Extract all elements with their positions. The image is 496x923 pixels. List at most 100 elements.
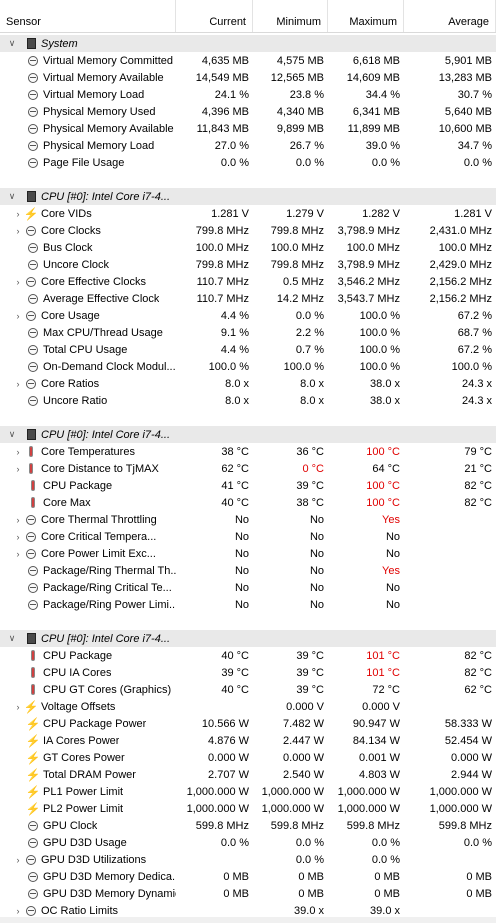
average-column-header[interactable]: Average: [404, 0, 496, 32]
sensor-row[interactable]: Page File Usage 0.0 % 0.0 % 0.0 % 0.0 %: [0, 154, 496, 171]
sensor-row[interactable]: Bus Clock 100.0 MHz 100.0 MHz 100.0 MHz 100.…: [0, 239, 496, 256]
sensor-name-cell: ⚡ CPU Package Power: [0, 717, 176, 731]
sensor-row[interactable]: Physical Memory Load 27.0 % 26.7 % 39.0 % 34…: [0, 137, 496, 154]
chevron-down-icon[interactable]: ∨: [6, 38, 18, 49]
sensor-row[interactable]: GPU D3D Memory Dynamic 0 MB 0 MB 0 MB 0 MB: [0, 885, 496, 902]
gauge-icon: [26, 581, 40, 595]
average-value: 0 MB: [466, 870, 492, 883]
sensor-group-row[interactable]: ∨ System: [0, 35, 496, 52]
chevron-right-icon[interactable]: ›: [12, 549, 24, 559]
sensor-row[interactable]: GPU D3D Memory Dedica... 0 MB 0 MB 0 MB 0 MB: [0, 868, 496, 885]
sensor-row[interactable]: Total CPU Usage 4.4 % 0.7 % 100.0 % 67.2 %: [0, 341, 496, 358]
maximum-value: 34.4 %: [365, 88, 400, 101]
chevron-right-icon[interactable]: ›: [12, 311, 24, 321]
gauge-icon: [24, 377, 38, 391]
horizontal-scrollbar[interactable]: [0, 917, 496, 923]
average-value: 2.944 W: [451, 768, 492, 781]
thermometer-icon: [26, 666, 40, 680]
sensor-label: Core Power Limit Exc...: [41, 547, 156, 560]
minimum-column-header[interactable]: Minimum: [253, 0, 328, 32]
sensor-label: Package/Ring Critical Te...: [43, 581, 172, 594]
sensor-row[interactable]: Uncore Clock 799.8 MHz 799.8 MHz 3,798.9 MH…: [0, 256, 496, 273]
chevron-right-icon[interactable]: ›: [12, 906, 24, 916]
chevron-right-icon[interactable]: ›: [12, 447, 24, 457]
sensor-row[interactable]: Average Effective Clock 110.7 MHz 14.2 MHz…: [0, 290, 496, 307]
maximum-column-header[interactable]: Maximum: [328, 0, 404, 32]
current-column-header[interactable]: Current: [176, 0, 253, 32]
spacer-row: [0, 409, 496, 426]
minimum-value: 2.2 %: [295, 326, 324, 339]
chevron-right-icon[interactable]: ›: [12, 379, 24, 389]
sensor-row[interactable]: ⚡ Total DRAM Power 2.707 W 2.540 W 4.803 W 2.…: [0, 766, 496, 783]
sensor-row[interactable]: Physical Memory Available 11,843 MB 9,899 …: [0, 120, 496, 137]
maximum-value: 39.0 %: [365, 139, 400, 152]
sensor-row[interactable]: ⚡ PL1 Power Limit 1,000.000 W 1,000.000 W 1,…: [0, 783, 496, 800]
sensor-row[interactable]: › Core Ratios 8.0 x 8.0 x 38.0 x 24.3 x: [0, 375, 496, 392]
sensor-label: GPU Clock: [43, 819, 98, 832]
sensor-row[interactable]: CPU GT Cores (Graphics) 40 °C 39 °C 72 °C 62…: [0, 681, 496, 698]
sensor-row[interactable]: Package/Ring Power Limi... No No No: [0, 596, 496, 613]
chevron-right-icon[interactable]: ›: [12, 702, 24, 712]
sensor-row[interactable]: CPU Package 41 °C 39 °C 100 °C 82 °C: [0, 477, 496, 494]
sensor-group-row[interactable]: ∨ CPU [#0]: Intel Core i7-4...: [0, 630, 496, 647]
current-value: No: [234, 513, 249, 526]
maximum-value: 3,543.7 MHz: [337, 292, 400, 305]
sensor-row[interactable]: GPU Clock 599.8 MHz 599.8 MHz 599.8 MHz 599.…: [0, 817, 496, 834]
chevron-right-icon[interactable]: ›: [12, 277, 24, 287]
sensor-row[interactable]: Package/Ring Thermal Th... No No Yes: [0, 562, 496, 579]
sensor-group-row[interactable]: ∨ CPU [#0]: Intel Core i7-4...: [0, 188, 496, 205]
sensor-name-cell: › GPU D3D Utilizations: [0, 853, 176, 867]
sensor-row[interactable]: ⚡ GT Cores Power 0.000 W 0.000 W 0.001 W 0.00…: [0, 749, 496, 766]
gauge-icon: [26, 105, 40, 119]
sensor-row[interactable]: › Core Distance to TjMAX 62 °C 0 °C 64 °C 21 …: [0, 460, 496, 477]
maximum-value: 101 °C: [366, 666, 400, 679]
sensor-row[interactable]: › GPU D3D Utilizations 0.0 % 0.0 %: [0, 851, 496, 868]
sensor-row[interactable]: Core Max 40 °C 38 °C 100 °C 82 °C: [0, 494, 496, 511]
chevron-down-icon[interactable]: ∨: [6, 429, 18, 440]
maximum-value: 90.947 W: [352, 717, 400, 730]
chevron-right-icon[interactable]: ›: [12, 532, 24, 542]
sensor-row[interactable]: ⚡ CPU Package Power 10.566 W 7.482 W 90.947 …: [0, 715, 496, 732]
average-value: 82 °C: [464, 479, 492, 492]
sensor-row[interactable]: Virtual Memory Load 24.1 % 23.8 % 34.4 % 30.…: [0, 86, 496, 103]
sensor-row[interactable]: CPU Package 40 °C 39 °C 101 °C 82 °C: [0, 647, 496, 664]
chevron-down-icon[interactable]: ∨: [6, 191, 18, 202]
maximum-value: 100.0 %: [359, 343, 400, 356]
sensor-column-header[interactable]: Sensor: [0, 0, 176, 32]
gauge-icon: [26, 870, 40, 884]
sensor-row[interactable]: › Core Clocks 799.8 MHz 799.8 MHz 3,798.9 MH…: [0, 222, 496, 239]
sensor-row[interactable]: Max CPU/Thread Usage 9.1 % 2.2 % 100.0 % 68.…: [0, 324, 496, 341]
sensor-label: CPU [#0]: Intel Core i7-4...: [41, 190, 170, 203]
sensor-row[interactable]: › Core Usage 4.4 % 0.0 % 100.0 % 67.2 %: [0, 307, 496, 324]
sensor-row[interactable]: › Core Power Limit Exc... No No No: [0, 545, 496, 562]
chevron-down-icon[interactable]: ∨: [6, 633, 18, 644]
chevron-right-icon[interactable]: ›: [12, 209, 24, 219]
sensor-row[interactable]: › Core Temperatures 38 °C 36 °C 100 °C 79 °C: [0, 443, 496, 460]
current-value: 0.0 %: [220, 836, 249, 849]
sensor-row[interactable]: › Core Effective Clocks 110.7 MHz 0.5 MHz 3,…: [0, 273, 496, 290]
sensor-group-row[interactable]: ∨ CPU [#0]: Intel Core i7-4...: [0, 426, 496, 443]
chevron-right-icon[interactable]: ›: [12, 855, 24, 865]
sensor-row[interactable]: Virtual Memory Committed 4,635 MB 4,575 MB…: [0, 52, 496, 69]
sensor-row[interactable]: Virtual Memory Available 14,549 MB 12,565 …: [0, 69, 496, 86]
sensor-row[interactable]: › Core Critical Tempera... No No No: [0, 528, 496, 545]
sensor-row[interactable]: On-Demand Clock Modul... 100.0 % 100.0 % 10…: [0, 358, 496, 375]
sensor-row[interactable]: ⚡ PL2 Power Limit 1,000.000 W 1,000.000 W 1,…: [0, 800, 496, 817]
sensor-row[interactable]: Package/Ring Critical Te... No No No: [0, 579, 496, 596]
chevron-right-icon[interactable]: ›: [12, 515, 24, 525]
sensor-row[interactable]: › ⚡ Core VIDs 1.281 V 1.279 V 1.282 V 1.281 V: [0, 205, 496, 222]
chevron-right-icon[interactable]: ›: [12, 464, 24, 474]
chevron-right-icon[interactable]: ›: [12, 226, 24, 236]
sensor-row[interactable]: Physical Memory Used 4,396 MB 4,340 MB 6,34…: [0, 103, 496, 120]
spacer-row: [0, 171, 496, 188]
current-value: 0.0 %: [220, 156, 249, 169]
sensor-name-cell: › Core Clocks: [0, 224, 176, 238]
average-value: 30.7 %: [457, 88, 492, 101]
sensor-row[interactable]: › Core Thermal Throttling No No Yes: [0, 511, 496, 528]
sensor-row[interactable]: CPU IA Cores 39 °C 39 °C 101 °C 82 °C: [0, 664, 496, 681]
sensor-name-cell: › ⚡ Voltage Offsets: [0, 700, 176, 714]
sensor-row[interactable]: GPU D3D Usage 0.0 % 0.0 % 0.0 % 0.0 %: [0, 834, 496, 851]
sensor-row[interactable]: › ⚡ Voltage Offsets 0.000 V 0.000 V: [0, 698, 496, 715]
sensor-row[interactable]: ⚡ IA Cores Power 4.876 W 2.447 W 84.134 W 52.…: [0, 732, 496, 749]
sensor-row[interactable]: Uncore Ratio 8.0 x 8.0 x 38.0 x 24.3 x: [0, 392, 496, 409]
